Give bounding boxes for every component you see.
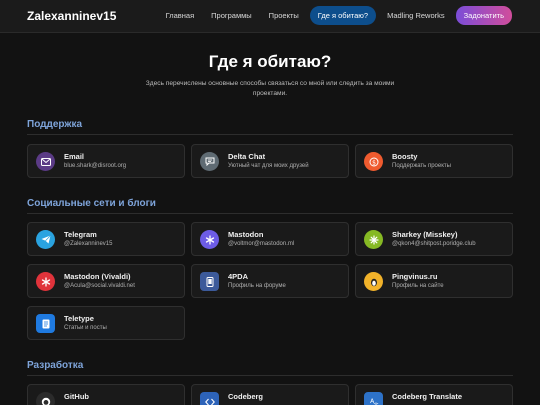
card-github[interactable]: GitHub <box>27 384 185 405</box>
nav-where[interactable]: Где я обитаю? <box>309 6 377 25</box>
card-desc: @voltmor@mastodon.ml <box>228 241 295 247</box>
card-name: Teletype <box>64 314 94 323</box>
page-subtitle: Здесь перечислены основные способы связа… <box>145 80 395 97</box>
mastodon-icon <box>200 230 219 249</box>
card-email[interactable]: Email blue.shark@disroot.org <box>27 144 185 178</box>
card-name: 4PDA <box>228 272 249 281</box>
mail-icon <box>36 152 55 171</box>
card-name: Mastodon <box>228 230 264 239</box>
card-boosty[interactable]: $ Boosty Поддержать проекты <box>355 144 513 178</box>
card-name: Telegram <box>64 230 97 239</box>
card-desc: @Acula@social.vivaldi.net <box>64 283 135 289</box>
card-desc: Уютный чат для моих друзей <box>228 163 309 169</box>
card-mastodon-vivaldi[interactable]: Mastodon (Vivaldi) @Acula@social.vivaldi… <box>27 264 185 298</box>
card-name: Mastodon (Vivaldi) <box>64 272 131 281</box>
card-name: Delta Chat <box>228 152 266 161</box>
card-name: GitHub <box>64 392 89 401</box>
main-nav: Главная Программы Проекты Где я обитаю? … <box>160 6 512 25</box>
penguin-icon <box>364 272 383 291</box>
card-desc: @qkon4@shitpost.poridge.club <box>392 241 476 247</box>
nav-projects[interactable]: Проекты <box>263 6 305 25</box>
card-desc: Профиль на сайте <box>392 283 444 289</box>
section-title-support: Поддержка <box>27 119 83 130</box>
card-codeberg[interactable]: Codeberg <box>191 384 349 405</box>
sharkey-icon <box>364 230 383 249</box>
card-desc: Профиль на форуме <box>228 283 286 289</box>
chat-icon <box>200 152 219 171</box>
card-4pda[interactable]: 4PDA Профиль на форуме <box>191 264 349 298</box>
document-icon <box>36 314 55 333</box>
card-desc: Поддержать проекты <box>392 163 451 169</box>
phone-icon <box>200 272 219 291</box>
svg-text:文: 文 <box>373 401 378 405</box>
card-pingvinus[interactable]: Pingvinus.ru Профиль на сайте <box>355 264 513 298</box>
nav-programs[interactable]: Программы <box>205 6 258 25</box>
card-sharkey[interactable]: Sharkey (Misskey) @qkon4@shitpost.poridg… <box>355 222 513 256</box>
translate-icon: A文 <box>364 392 383 405</box>
section-title-social: Социальные сети и блоги <box>27 198 156 209</box>
card-name: Pingvinus.ru <box>392 272 438 281</box>
section-divider <box>27 213 513 214</box>
paper-plane-icon <box>36 230 55 249</box>
card-deltachat[interactable]: Delta Chat Уютный чат для моих друзей <box>191 144 349 178</box>
donate-button[interactable]: Задонатить <box>455 6 512 25</box>
card-name: Boosty <box>392 152 418 161</box>
card-name: Codeberg Translate <box>392 392 463 401</box>
card-teletype[interactable]: Teletype Статьи и посты <box>27 306 185 340</box>
section-divider <box>27 134 513 135</box>
top-navbar: Zalexanninev15 Главная Программы Проекты… <box>0 0 540 33</box>
nav-madling[interactable]: Madling Reworks <box>381 6 451 25</box>
card-name: Sharkey (Misskey) <box>392 230 458 239</box>
card-name: Codeberg <box>228 392 264 401</box>
section-title-dev: Разработка <box>27 360 84 371</box>
card-desc: blue.shark@disroot.org <box>64 163 127 169</box>
svg-text:$: $ <box>372 159 376 166</box>
page-title: Где я обитаю? <box>208 52 332 71</box>
vivaldi-icon <box>36 272 55 291</box>
card-desc: @Zalexanninev15 <box>64 241 113 247</box>
card-codeberg-translate[interactable]: A文 Codeberg Translate <box>355 384 513 405</box>
card-desc: Статьи и посты <box>64 325 107 331</box>
section-divider <box>27 375 513 376</box>
github-icon <box>36 392 55 405</box>
card-name: Email <box>64 152 85 161</box>
site-brand[interactable]: Zalexanninev15 <box>27 9 116 23</box>
nav-home[interactable]: Главная <box>160 6 201 25</box>
coin-icon: $ <box>364 152 383 171</box>
card-mastodon[interactable]: Mastodon @voltmor@mastodon.ml <box>191 222 349 256</box>
code-icon <box>200 392 219 405</box>
card-telegram[interactable]: Telegram @Zalexanninev15 <box>27 222 185 256</box>
